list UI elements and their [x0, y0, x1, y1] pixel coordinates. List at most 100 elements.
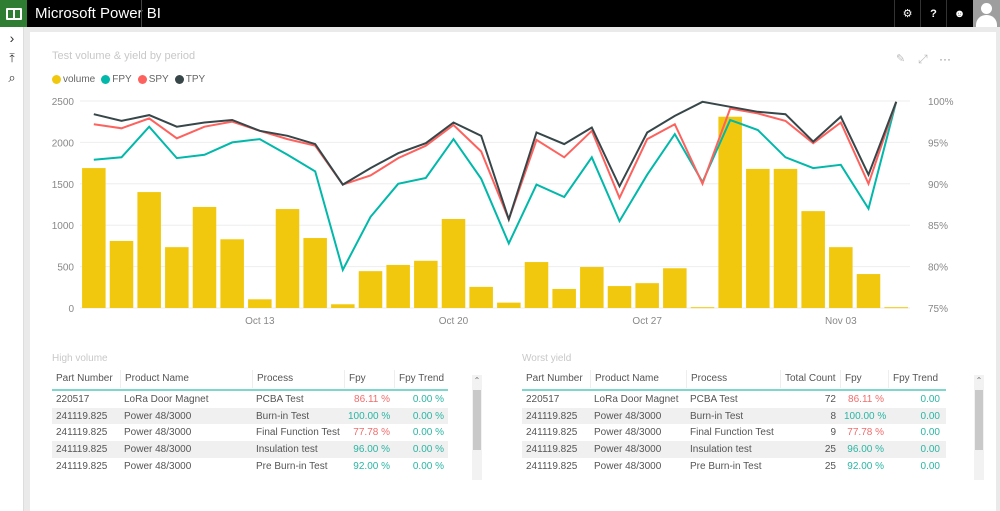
volume-bar[interactable] [386, 264, 410, 308]
cell-product-name: LoRa Door Magnet [594, 393, 679, 405]
volume-bar[interactable] [165, 247, 189, 308]
volume-bar[interactable] [82, 168, 106, 308]
volume-bar[interactable] [192, 206, 217, 308]
table-row[interactable]: 241119.825 Power 48/3000 Insulation test 96… [52, 441, 448, 458]
volume-bar[interactable] [580, 267, 604, 308]
volume-bar[interactable] [358, 271, 383, 308]
col-fpy[interactable]: Fpy [344, 370, 394, 388]
cell-product-name: Power 48/3000 [594, 443, 662, 455]
volume-bar[interactable] [552, 288, 576, 308]
volume-bar[interactable] [690, 307, 715, 309]
cell-process: Insulation test [256, 443, 318, 455]
table-row[interactable]: 220517 LoRa Door Magnet PCBA Test 72 86.11 %… [522, 391, 946, 408]
table-row[interactable]: 241119.825 Power 48/3000 Pre Burn-in Test 9… [52, 458, 448, 475]
table-row[interactable]: 241119.825 Power 48/3000 Final Function Te… [52, 424, 448, 441]
y-left-tick-label: 0 [68, 304, 74, 315]
col-part-number[interactable]: Part Number [52, 370, 120, 388]
volume-bar[interactable] [109, 240, 134, 308]
y-right-tick-label: 85% [928, 221, 948, 232]
table-body: 220517 LoRa Door Magnet PCBA Test 86.11 % 0.… [52, 391, 448, 474]
volume-bar[interactable] [635, 283, 659, 308]
cell-product-name: LoRa Door Magnet [124, 393, 209, 405]
cell-part-number: 241119.825 [526, 427, 578, 439]
cell-total-count: 25 [824, 443, 836, 455]
volume-bar[interactable] [275, 209, 300, 308]
table-row[interactable]: 220517 LoRa Door Magnet PCBA Test 86.11 % 0.… [52, 391, 448, 408]
table-header: Part Number Product Name Process Fpy Fpy… [52, 369, 448, 391]
x-tick-label: Nov 03 [825, 316, 857, 327]
worst-yield-table: Part Number Product Name Process Total C… [522, 369, 946, 474]
col-fpy-trend[interactable]: Fpy Trend [394, 370, 448, 388]
cell-process: Final Function Test [256, 427, 340, 439]
high-volume-table: Part Number Product Name Process Fpy Fpy… [52, 369, 448, 474]
cell-part-number: 241119.825 [526, 460, 578, 472]
table-row[interactable]: 241119.825 Power 48/3000 Pre Burn-in Test 2… [522, 458, 946, 475]
cell-part-number: 241119.825 [526, 443, 578, 455]
volume-bar[interactable] [331, 304, 355, 308]
x-axis: Oct 13 Oct 20 Oct 27 Nov 03 [245, 316, 857, 327]
cell-process: PCBA Test [690, 393, 738, 405]
cell-fpy: 100.00 % [348, 410, 391, 422]
volume-bar[interactable] [856, 274, 881, 308]
volume-bar[interactable] [829, 247, 853, 308]
col-process[interactable]: Process [686, 370, 780, 388]
scroll-thumb[interactable] [975, 390, 983, 450]
volume-bar[interactable] [303, 238, 327, 308]
cell-fpy-trend: 0.00 [920, 410, 940, 422]
volume-bar[interactable] [137, 192, 161, 308]
y-left-tick-label: 2500 [52, 97, 75, 108]
y-left-tick-label: 1500 [52, 180, 75, 191]
volume-bar[interactable] [773, 168, 798, 308]
volume-bar[interactable] [497, 302, 521, 308]
col-fpy-trend[interactable]: Fpy Trend [888, 370, 944, 388]
col-part-number[interactable]: Part Number [522, 370, 590, 388]
volume-bar[interactable] [220, 239, 244, 308]
table-row[interactable]: 241119.825 Power 48/3000 Final Function Te… [522, 424, 946, 441]
x-tick-label: Oct 27 [632, 316, 662, 327]
cell-part-number: 241119.825 [56, 410, 108, 422]
cell-total-count: 8 [830, 410, 836, 422]
cell-total-count: 25 [824, 460, 836, 472]
y-right-tick-label: 80% [928, 263, 948, 274]
volume-bar[interactable] [248, 299, 272, 308]
table-header: Part Number Product Name Process Total C… [522, 369, 946, 391]
cell-fpy: 77.78 % [353, 427, 390, 439]
volume-bar[interactable] [663, 268, 687, 308]
cell-fpy: 96.00 % [847, 443, 884, 455]
x-tick-label: Oct 20 [439, 316, 469, 327]
high-volume-scrollbar[interactable]: ⌃ [472, 375, 482, 480]
volume-bar[interactable] [441, 218, 466, 308]
table-row[interactable]: 241119.825 Power 48/3000 Insulation test 25… [522, 441, 946, 458]
volume-bar[interactable] [524, 262, 549, 308]
scroll-up-icon[interactable]: ⌃ [472, 375, 482, 387]
cell-fpy: 96.00 % [353, 443, 390, 455]
cell-fpy: 86.11 % [848, 393, 884, 405]
cell-part-number: 241119.825 [56, 460, 108, 472]
volume-bar[interactable] [801, 211, 825, 308]
cell-fpy-trend: 0.00 % [412, 393, 444, 405]
y-left-tick-label: 2000 [52, 138, 75, 149]
table-row[interactable]: 241119.825 Power 48/3000 Burn-in Test 100.0… [52, 407, 448, 425]
col-total-count[interactable]: Total Count [780, 370, 840, 388]
col-product-name[interactable]: Product Name [120, 370, 252, 388]
volume-bar[interactable] [718, 116, 742, 309]
table-row[interactable]: 241119.825 Power 48/3000 Burn-in Test 8 100.… [522, 407, 946, 425]
volume-bar[interactable] [414, 260, 438, 308]
col-product-name[interactable]: Product Name [590, 370, 686, 388]
cell-fpy-trend: 0.00 [920, 393, 940, 405]
col-process[interactable]: Process [252, 370, 344, 388]
cell-process: Final Function Test [690, 427, 774, 439]
scroll-up-icon[interactable]: ⌃ [974, 375, 984, 387]
combo-chart[interactable]: 0 500 1000 1500 2000 2500 75% 80% 85% 90% 95% 100%… [0, 0, 1000, 340]
cell-product-name: Power 48/3000 [594, 427, 662, 439]
volume-bar[interactable] [469, 286, 493, 308]
col-fpy[interactable]: Fpy [840, 370, 888, 388]
cell-part-number: 220517 [526, 393, 560, 405]
volume-bar[interactable] [746, 168, 770, 308]
worst-yield-scrollbar[interactable]: ⌃ [974, 375, 984, 480]
cell-process: Burn-in Test [690, 410, 744, 422]
scroll-thumb[interactable] [473, 390, 481, 450]
table-body: 220517 LoRa Door Magnet PCBA Test 72 86.11 %… [522, 391, 946, 474]
volume-bar[interactable] [884, 307, 908, 309]
volume-bar[interactable] [607, 286, 632, 308]
